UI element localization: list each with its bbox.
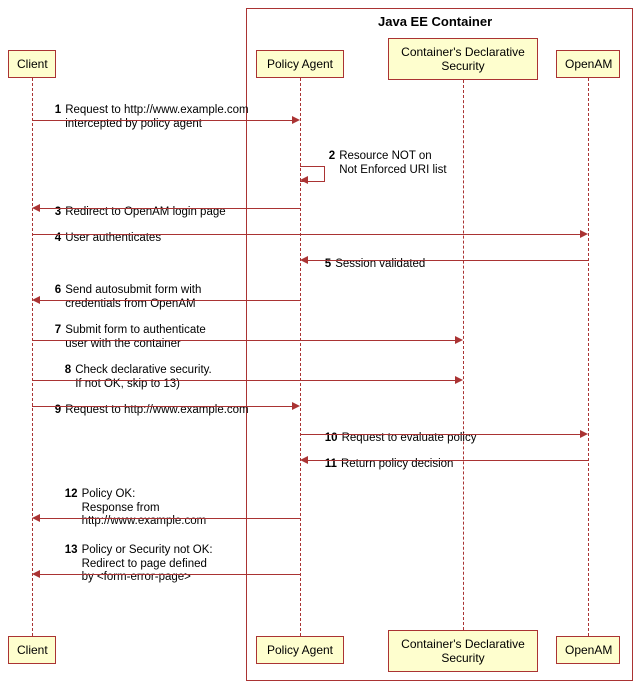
message-13-text: Policy or Security not OK: Redirect to p… [82,544,213,585]
arrow-13-head [32,570,40,578]
message-1-text: Request to http://www.example.com interc… [65,104,248,132]
participant-openam-bottom: OpenAM [556,636,620,664]
arrow-4-head [580,230,588,238]
participant-policy-agent-bottom: Policy Agent [256,636,344,664]
message-1: 1 Request to http://www.example.com inter… [42,90,249,145]
arrow-3-head [32,204,40,212]
message-6-num: 6 [55,284,61,298]
message-2-text: Resource NOT on Not Enforced URI list [339,150,446,178]
arrow-2-head [300,176,308,184]
message-4: 4User authenticates [42,218,161,259]
arrow-3 [40,208,300,209]
arrow-1 [32,120,292,121]
participant-policy-agent-top: Policy Agent [256,50,344,78]
arrow-12-head [32,514,40,522]
message-7-num: 7 [55,324,61,338]
arrow-7-head [455,336,463,344]
participant-declarative-bottom: Container's Declarative Security [388,630,538,672]
arrow-9-head [292,402,300,410]
arrow-11 [308,460,588,461]
message-11: 11Return policy decision [312,444,453,485]
arrow-6 [40,300,300,301]
arrow-10 [300,434,580,435]
message-2: 2 Resource NOT on Not Enforced URI list [316,136,447,191]
message-7-text: Submit form to authenticate user with th… [65,324,206,352]
lifeline-policy-agent [300,78,301,636]
container-title: Java EE Container [378,14,492,29]
message-8-text: Check declarative security. If not OK, s… [75,364,212,392]
arrow-4 [32,234,580,235]
message-6-text: Send autosubmit form with credentials fr… [65,284,201,312]
participant-declarative-top: Container's Declarative Security [388,38,538,80]
arrow-9 [32,406,292,407]
arrow-12 [40,518,300,519]
participant-client-bottom: Client [8,636,56,664]
message-1-num: 1 [55,104,61,118]
lifeline-declarative [463,80,464,630]
participant-openam-top: OpenAM [556,50,620,78]
arrow-5-head [300,256,308,264]
message-8-num: 8 [65,364,71,378]
message-9: 9Request to http://www.example.com [42,390,249,431]
arrow-5 [308,260,588,261]
participant-client-top: Client [8,50,56,78]
message-13-num: 13 [65,544,78,558]
arrow-8 [32,380,455,381]
message-12-text: Policy OK: Response from http://www.exam… [82,488,207,529]
sequence-diagram: Java EE Container Client Policy Agent Co… [8,8,631,679]
arrow-6-head [32,296,40,304]
arrow-8-head [455,376,463,384]
lifeline-openam [588,78,589,636]
arrow-7 [32,340,455,341]
message-2-num: 2 [329,150,335,164]
arrow-1-head [292,116,300,124]
java-ee-container-box [246,8,633,681]
arrow-10-head [580,430,588,438]
lifeline-client [32,78,33,636]
message-12-num: 12 [65,488,78,502]
arrow-13 [40,574,300,575]
message-5: 5Session validated [312,244,425,285]
arrow-11-head [300,456,308,464]
message-13: 13 Policy or Security not OK: Redirect to… [52,530,213,599]
